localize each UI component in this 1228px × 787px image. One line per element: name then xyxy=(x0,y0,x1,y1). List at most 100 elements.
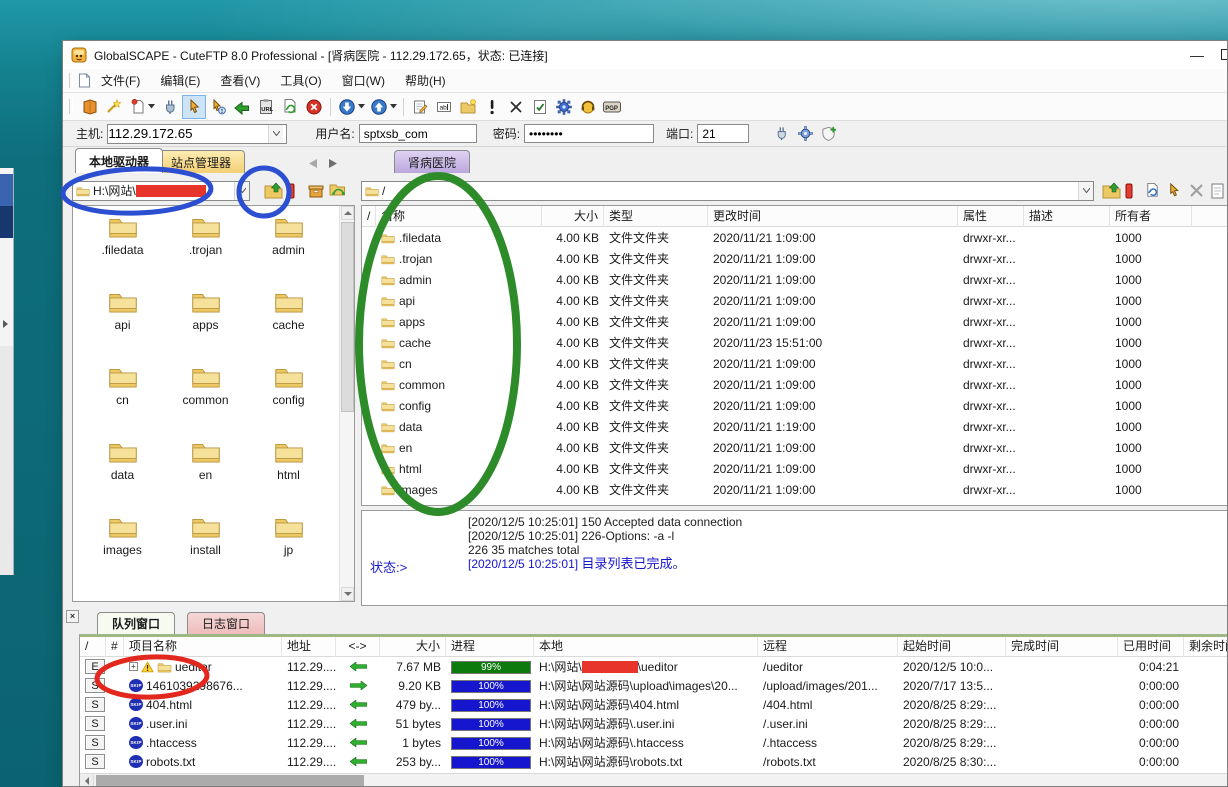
local-folder-item[interactable]: common xyxy=(164,364,247,439)
local-path-dropdown[interactable] xyxy=(234,182,249,200)
connection-wizard-button[interactable] xyxy=(102,95,126,119)
local-folder-item[interactable]: apps xyxy=(164,289,247,364)
qcol-elapsed[interactable]: 已用时间 xyxy=(1118,637,1184,657)
remote-file-row[interactable]: images4.00 KB文件文件夹2020/11/21 1:09:00drwx… xyxy=(362,479,1228,500)
local-folder-item[interactable]: html xyxy=(247,439,330,514)
dock-navy-tile[interactable] xyxy=(0,206,13,238)
local-folder-item[interactable]: images xyxy=(81,514,164,589)
qcol-finish[interactable]: 完成时间 xyxy=(1006,637,1118,657)
local-folder-item[interactable]: en xyxy=(164,439,247,514)
dock-expand-arrow-icon[interactable] xyxy=(3,320,8,328)
menu-tools[interactable]: 工具(O) xyxy=(270,69,331,92)
remote-file-row[interactable]: .trojan4.00 KB文件文件夹2020/11/21 1:09:00drw… xyxy=(362,248,1228,269)
tab-scroll-arrows[interactable] xyxy=(309,159,337,168)
local-folder-item[interactable]: jp xyxy=(247,514,330,589)
col-size[interactable]: 大小 xyxy=(542,206,604,227)
remote-path-combobox[interactable]: / xyxy=(361,181,1094,201)
menu-edit[interactable]: 编辑(E) xyxy=(150,69,210,92)
local-path-combobox[interactable]: H:\网站\ xyxy=(72,181,250,201)
remote-folder-up-button[interactable] xyxy=(1100,180,1122,202)
help-support-button[interactable] xyxy=(576,95,600,119)
remote-file-row[interactable]: en4.00 KB文件文件夹2020/11/21 1:09:00drwxr-xr… xyxy=(362,437,1228,458)
expand-toggle[interactable]: + xyxy=(129,662,138,671)
delete-button[interactable] xyxy=(504,95,528,119)
remote-properties-button[interactable] xyxy=(1207,180,1228,202)
qcol-remote[interactable]: 远程 xyxy=(758,637,898,657)
username-input[interactable] xyxy=(359,124,477,143)
dropdown-caret-icon[interactable] xyxy=(390,104,397,109)
qcol-root[interactable]: / xyxy=(80,637,106,657)
col-attrs[interactable]: 属性 xyxy=(958,206,1024,227)
connect-button[interactable] xyxy=(158,95,182,119)
menu-file[interactable]: 文件(F) xyxy=(91,69,150,92)
qcol-address[interactable]: 地址 xyxy=(282,637,336,657)
qcol-direction[interactable]: <-> xyxy=(336,637,380,657)
download-button[interactable] xyxy=(335,95,367,119)
remote-file-row[interactable]: admin4.00 KB文件文件夹2020/11/21 1:09:00drwxr… xyxy=(362,269,1228,290)
qcol-progress[interactable]: 进程 xyxy=(446,637,534,657)
execute-button[interactable] xyxy=(480,95,504,119)
rename-button[interactable]: ab xyxy=(432,95,456,119)
remote-file-row[interactable]: apps4.00 KB文件文件夹2020/11/21 1:09:00drwxr-… xyxy=(362,311,1228,332)
queue-row[interactable]: SSKIP1461039298676...112.29....9.20 KB10… xyxy=(80,676,1228,695)
tab-log-window[interactable]: 日志窗口 xyxy=(187,612,265,634)
toolbar-grip[interactable] xyxy=(69,99,73,114)
upload-button[interactable] xyxy=(367,95,399,119)
quick-connect-button[interactable] xyxy=(769,122,793,146)
remote-file-row[interactable]: data4.00 KB文件文件夹2020/11/21 1:19:00drwxr-… xyxy=(362,416,1228,437)
dropdown-caret-icon[interactable] xyxy=(358,104,365,109)
tab-site-manager[interactable]: 站点管理器 xyxy=(157,150,245,173)
qcol-remaining[interactable]: 剩余时间 xyxy=(1184,637,1228,657)
col-root[interactable]: / xyxy=(362,206,376,227)
remote-stop-button[interactable] xyxy=(1122,180,1135,202)
host-input[interactable] xyxy=(108,126,268,142)
edit-file-button[interactable] xyxy=(408,95,432,119)
new-folder-button[interactable] xyxy=(456,95,480,119)
local-folder-item[interactable]: api xyxy=(81,289,164,364)
local-folder-up-button[interactable] xyxy=(262,180,284,202)
properties-button[interactable] xyxy=(528,95,552,119)
remote-refresh-button[interactable] xyxy=(1141,180,1163,202)
queue-row[interactable]: SSKIP.user.ini112.29....51 bytes100%H:\网… xyxy=(80,714,1228,733)
local-folder-item[interactable]: data xyxy=(81,439,164,514)
remote-file-row[interactable]: cn4.00 KB文件文件夹2020/11/21 1:09:00drwxr-xr… xyxy=(362,353,1228,374)
local-refresh-folders-button[interactable] xyxy=(327,180,349,202)
menu-view[interactable]: 查看(V) xyxy=(210,69,270,92)
remote-pointer-button[interactable] xyxy=(1163,180,1185,202)
connection-settings-button[interactable] xyxy=(793,122,817,146)
tab-queue-window[interactable]: 队列窗口 xyxy=(97,612,175,634)
dropdown-caret-icon[interactable] xyxy=(148,104,155,109)
remote-delete-button[interactable] xyxy=(1185,180,1207,202)
qcol-start[interactable]: 起始时间 xyxy=(898,637,1006,657)
local-folder-item[interactable]: install xyxy=(164,514,247,589)
queue-row[interactable]: SSKIP404.html112.29....479 by...100%H:\网… xyxy=(80,695,1228,714)
pointer-query-button[interactable] xyxy=(206,95,230,119)
host-dropdown-button[interactable] xyxy=(268,125,283,143)
remote-file-row[interactable]: api4.00 KB文件文件夹2020/11/21 1:09:00drwxr-x… xyxy=(362,290,1228,311)
maximize-button[interactable] xyxy=(1221,49,1228,60)
local-folder-item[interactable]: admin xyxy=(247,214,330,289)
security-shield-button[interactable] xyxy=(817,122,841,146)
local-folder-item[interactable]: cn xyxy=(81,364,164,439)
menu-window[interactable]: 窗口(W) xyxy=(332,69,395,92)
scroll-down-button[interactable] xyxy=(341,587,354,601)
local-folder-item[interactable]: .filedata xyxy=(81,214,164,289)
minimize-button[interactable]: — xyxy=(1175,41,1219,68)
password-input[interactable] xyxy=(524,124,654,143)
refresh-button[interactable] xyxy=(278,95,302,119)
menubar-grip[interactable] xyxy=(69,73,73,88)
menu-help[interactable]: 帮助(H) xyxy=(395,69,456,92)
port-input[interactable] xyxy=(697,124,749,143)
remote-file-row[interactable]: common4.00 KB文件文件夹2020/11/21 1:09:00drwx… xyxy=(362,374,1228,395)
host-combobox[interactable] xyxy=(107,124,287,144)
col-modified[interactable]: 更改时间 xyxy=(708,206,958,227)
tab-scroll-right-icon[interactable] xyxy=(329,159,337,168)
remote-file-row[interactable]: html4.00 KB文件文件夹2020/11/21 1:09:00drwxr-… xyxy=(362,458,1228,479)
local-archive-button[interactable] xyxy=(305,180,327,202)
tab-scroll-left-icon[interactable] xyxy=(309,159,317,168)
dock-blue-tile[interactable] xyxy=(0,174,13,206)
tab-remote-site[interactable]: 肾病医院 xyxy=(394,150,470,173)
remote-file-row[interactable]: cache4.00 KB文件文件夹2020/11/23 15:51:00drwx… xyxy=(362,332,1228,353)
col-owner[interactable]: 所有者 xyxy=(1110,206,1192,227)
scroll-up-button[interactable] xyxy=(341,206,354,220)
